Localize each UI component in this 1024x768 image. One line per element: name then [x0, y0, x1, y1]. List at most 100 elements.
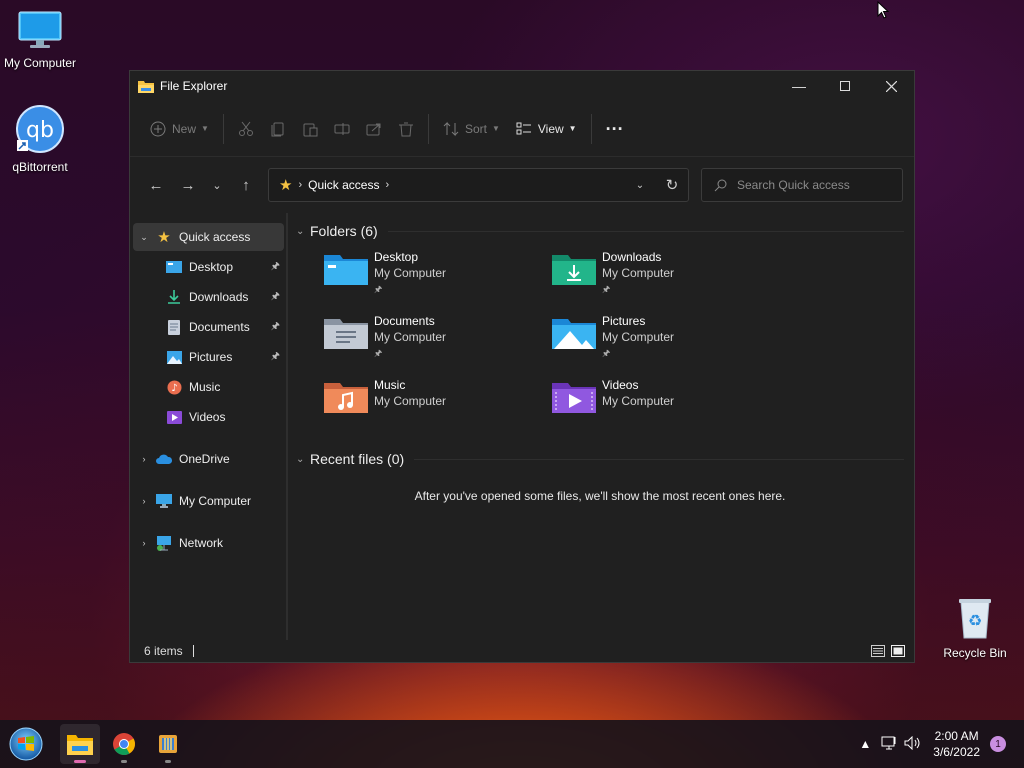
plus-circle-icon	[150, 121, 166, 136]
up-button[interactable]: ↑	[230, 169, 262, 201]
taskbar-file-explorer[interactable]	[60, 724, 100, 764]
sort-icon	[443, 121, 459, 136]
clock-time: 2:00 AM	[934, 729, 979, 743]
arrow-right-icon: →	[180, 176, 196, 194]
windows-logo-icon	[9, 727, 43, 761]
sidebar-item-my-computer[interactable]: › My Computer	[133, 487, 284, 515]
navigation-pane: ⌄ ★ Quick access Desktop 🖈 Downloads 🖈 D…	[130, 213, 288, 640]
refresh-button[interactable]: ↻	[656, 176, 688, 194]
pin-icon: 🖈	[374, 284, 383, 294]
folder-tile-music[interactable]: Music My Computer	[324, 377, 552, 441]
more-options-button[interactable]: ...	[598, 113, 632, 145]
chevron-right-icon[interactable]: ›	[133, 538, 155, 548]
sidebar-item-label: Network	[179, 536, 224, 550]
recent-files-group-header[interactable]: ⌄ Recent files (0)	[296, 447, 904, 471]
sidebar-item-pictures[interactable]: Pictures 🖈	[133, 343, 284, 371]
clock[interactable]: 2:00 AM 3/6/2022	[933, 728, 980, 760]
folder-tile-videos[interactable]: Videos My Computer	[552, 377, 780, 441]
address-bar[interactable]: ★ › Quick access › ⌄ ↻	[268, 168, 689, 202]
close-button[interactable]	[868, 71, 914, 101]
documents-folder-icon	[324, 319, 368, 349]
paste-button[interactable]	[294, 113, 326, 145]
folder-tile-desktop[interactable]: Desktop My Computer 🖈	[324, 249, 552, 313]
sidebar-item-label: Quick access	[179, 230, 251, 244]
address-dropdown-button[interactable]: ⌄	[624, 180, 656, 191]
sort-button[interactable]: Sort ▼	[435, 113, 508, 145]
cut-button[interactable]	[230, 113, 262, 145]
back-button[interactable]: ←	[140, 169, 172, 201]
window-title: File Explorer	[160, 79, 228, 93]
folder-tile-downloads[interactable]: Downloads My Computer 🖈	[552, 249, 780, 313]
desktop-icon-recycle-bin[interactable]: ♻ Recycle Bin	[935, 596, 1015, 660]
desktop-icon-label: qBittorrent	[12, 160, 68, 174]
monitor-icon	[18, 11, 62, 48]
music-folder-icon	[324, 383, 368, 413]
desktop-folder-icon	[324, 255, 368, 285]
sort-label: Sort	[464, 121, 487, 136]
chevron-right-icon[interactable]: ›	[133, 496, 155, 506]
breadcrumb-quick-access[interactable]: Quick access	[308, 178, 379, 192]
sidebar-item-quick-access[interactable]: ⌄ ★ Quick access	[133, 223, 284, 251]
sidebar-item-onedrive[interactable]: › OneDrive	[133, 445, 284, 473]
chevron-down-icon: ▼	[568, 124, 577, 133]
search-box[interactable]	[701, 168, 903, 202]
volume-icon[interactable]	[901, 735, 925, 753]
videos-folder-icon	[552, 383, 596, 413]
title-bar[interactable]: File Explorer —	[130, 71, 914, 101]
show-hidden-icons-button[interactable]: ▲	[853, 737, 877, 751]
desktop-icon-qbittorrent[interactable]: qb qBittorrent	[0, 104, 80, 174]
folder-grid: Desktop My Computer 🖈 Downloads My Compu…	[324, 249, 904, 441]
folder-tile-pictures[interactable]: Pictures My Computer 🖈	[552, 313, 780, 377]
download-arrow-icon	[165, 289, 183, 305]
copy-button[interactable]	[262, 113, 294, 145]
picture-icon	[165, 349, 183, 365]
sidebar-item-desktop[interactable]: Desktop 🖈	[133, 253, 284, 281]
search-input[interactable]	[737, 178, 897, 192]
breadcrumb-chevron-icon[interactable]: ›	[385, 179, 389, 191]
rename-button[interactable]	[326, 113, 358, 145]
sidebar-item-label: Downloads	[189, 290, 249, 304]
tiles-view-button[interactable]	[888, 642, 908, 660]
desktop-icon-my-computer[interactable]: My Computer	[0, 10, 80, 70]
chevron-down-icon[interactable]: ⌄	[133, 232, 155, 243]
folder-location: My Computer	[602, 330, 675, 344]
pin-icon: 🖈	[602, 284, 611, 294]
sidebar-item-label: Pictures	[189, 350, 233, 364]
chrome-icon	[113, 733, 135, 755]
taskbar-app-archive[interactable]	[148, 724, 188, 764]
chevron-right-icon[interactable]: ›	[133, 454, 155, 464]
details-view-button[interactable]	[868, 642, 888, 660]
folder-name: Music	[374, 378, 406, 392]
folders-group-header[interactable]: ⌄ Folders (6)	[296, 219, 904, 243]
sidebar-item-downloads[interactable]: Downloads 🖈	[133, 283, 284, 311]
delete-button[interactable]	[390, 113, 422, 145]
start-button[interactable]	[6, 724, 46, 764]
new-button[interactable]: New ▼	[142, 113, 217, 145]
sidebar-item-label: Videos	[189, 410, 226, 424]
share-button[interactable]	[358, 113, 390, 145]
maximize-button[interactable]	[822, 71, 868, 101]
sidebar-item-documents[interactable]: Documents 🖈	[133, 313, 284, 341]
refresh-icon: ↻	[665, 177, 679, 194]
svg-text:♻: ♻	[968, 611, 982, 630]
recent-locations-button[interactable]: ⌄	[204, 169, 230, 201]
notification-badge[interactable]: 1	[990, 736, 1006, 752]
navigation-bar: ← → ⌄ ↑ ★ › Quick access › ⌄ ↻	[130, 157, 914, 213]
sidebar-item-network[interactable]: › Network	[133, 529, 284, 557]
taskbar-chrome[interactable]	[104, 724, 144, 764]
desktop-icon	[165, 259, 183, 275]
sidebar-item-label: Music	[189, 380, 221, 394]
details-view-icon	[871, 645, 885, 657]
system-tray: ▲ 2:00 AM 3/6/2022 1	[853, 728, 1024, 760]
minimize-button[interactable]: —	[776, 71, 822, 101]
taskbar: ▲ 2:00 AM 3/6/2022 1	[0, 720, 1024, 768]
network-status-icon[interactable]	[877, 736, 901, 753]
sidebar-item-videos[interactable]: Videos	[133, 403, 284, 431]
folder-name: Desktop	[374, 250, 419, 264]
forward-button[interactable]: →	[172, 169, 204, 201]
view-button[interactable]: View ▼	[508, 113, 585, 145]
pin-icon: 🖈	[374, 348, 383, 358]
pin-icon: 🖈	[270, 350, 280, 362]
sidebar-item-music[interactable]: ♪ Music	[133, 373, 284, 401]
folder-tile-documents[interactable]: Documents My Computer 🖈	[324, 313, 552, 377]
